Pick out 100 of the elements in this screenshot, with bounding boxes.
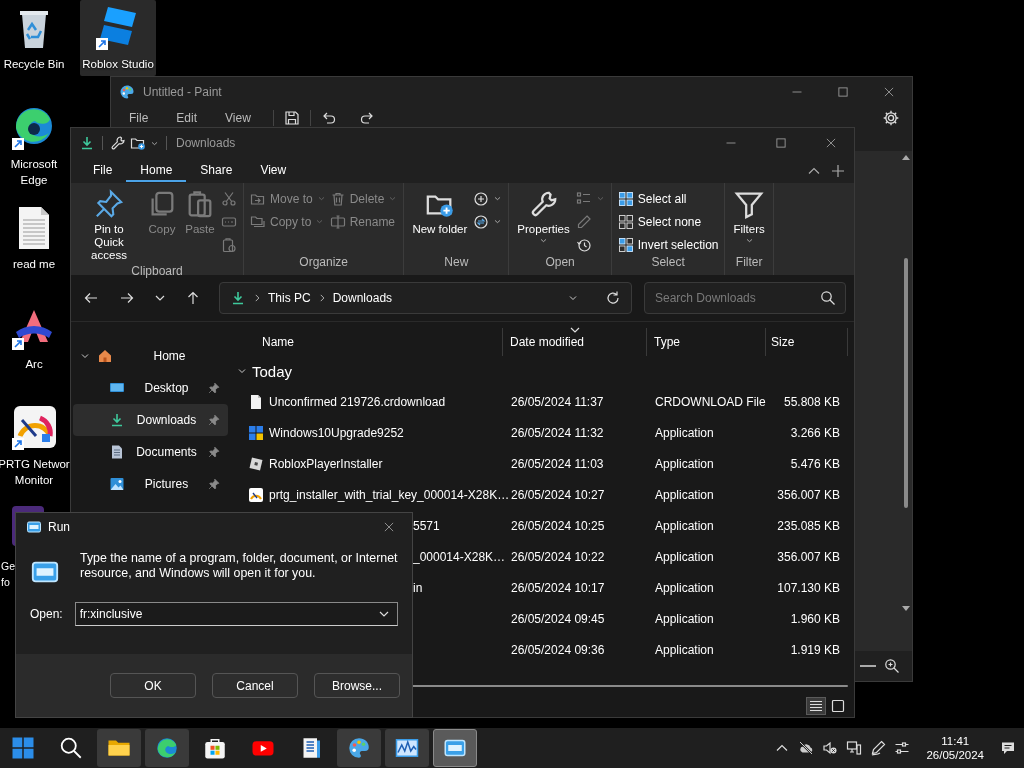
file-icon [248, 393, 264, 410]
refresh-icon [605, 290, 621, 306]
address-bar[interactable]: This PC Downloads [219, 282, 632, 314]
chevron-right-icon [252, 293, 262, 303]
download-icon [79, 135, 95, 151]
open-combobox[interactable]: fr:xinclusive [74, 602, 398, 626]
sidebar-item[interactable]: Desktop [73, 372, 228, 404]
ribbon-button[interactable]: New folder [410, 187, 470, 255]
file-type: CRDOWNLOAD File [654, 394, 766, 409]
ribbon-tab[interactable]: File [79, 159, 127, 182]
dialog-button[interactable]: Cancel [212, 673, 298, 698]
menu-item[interactable]: Edit [164, 111, 210, 125]
column-header[interactable]: Date modified [503, 328, 647, 356]
desktop-shortcut[interactable]: read me [0, 200, 68, 276]
date-modified: 26/05/2024 11:37 [510, 394, 605, 409]
group-label: New [443, 255, 470, 271]
settings-icon [882, 109, 900, 127]
window-title: Downloads [176, 136, 237, 150]
scroll-down-arrow-icon[interactable] [902, 606, 910, 611]
file-name[interactable]: Unconfirmed 219726.crdownload [269, 394, 446, 409]
search-field[interactable]: Search Downloads [644, 282, 846, 314]
details-view-button[interactable] [806, 697, 826, 715]
file-type: Application [654, 549, 715, 564]
gauge-icon [248, 486, 264, 503]
sidebar-item[interactable]: Documents [73, 436, 228, 468]
folder-icon[interactable] [97, 729, 141, 767]
file-type: Application [654, 456, 715, 471]
window-icon[interactable] [433, 729, 477, 767]
ribbon-tab[interactable]: Share [186, 159, 247, 182]
menu-item[interactable]: View [213, 111, 263, 125]
file-size: 5.476 KB [789, 456, 840, 471]
dialog-button[interactable]: Browse... [314, 673, 400, 698]
file-type: Application [654, 487, 715, 502]
chart-window-icon[interactable] [385, 729, 429, 767]
ribbon-tab[interactable]: View [246, 159, 301, 182]
file-name[interactable]: 5571 [413, 518, 440, 533]
group-header[interactable]: Today [252, 362, 293, 380]
ribbon-button[interactable]: Filters [731, 187, 767, 255]
column-header[interactable]: Type [647, 328, 766, 356]
ribbon-button[interactable]: Select none [617, 211, 719, 232]
sidebar-item[interactable]: Pictures [73, 468, 228, 500]
details-view-icon [808, 698, 824, 714]
sliders-icon [894, 740, 911, 756]
ribbon-button[interactable]: Pin to Quick access [77, 187, 141, 264]
pin-icon [94, 189, 124, 219]
file-type: Application [654, 425, 715, 440]
grid-icon [617, 236, 634, 253]
sidebar-item[interactable]: Home [73, 340, 228, 372]
dialog-button[interactable]: OK [110, 673, 196, 698]
grid-icon [617, 213, 634, 230]
caret-icon [744, 236, 754, 245]
file-name[interactable]: Windows10Upgrade9252 [269, 425, 404, 440]
column-header[interactable]: Size [766, 328, 848, 356]
breadcrumb[interactable]: This PC [268, 291, 311, 305]
maximize-icon [775, 137, 787, 149]
date-modified: 26/05/2024 11:32 [510, 425, 605, 440]
ribbon-button[interactable]: Select all [617, 188, 719, 209]
download-icon [230, 290, 246, 306]
file-size: 1.960 KB [789, 611, 840, 626]
file-name[interactable]: RobloxPlayerInstaller [269, 456, 383, 471]
breadcrumb[interactable]: Downloads [332, 291, 393, 305]
plus-icon [830, 162, 846, 179]
desktop-shortcut[interactable]: PRTG Networ Monitor [0, 400, 68, 492]
file-name[interactable]: in [413, 580, 423, 595]
ribbon-button[interactable]: Invert selection [617, 234, 719, 255]
field-label: Open: [30, 607, 63, 621]
window-title: Run [48, 520, 71, 534]
scroll-up-arrow-icon[interactable] [902, 155, 910, 160]
file-size: 55.808 KB [782, 394, 840, 409]
date-modified: 26/05/2024 10:25 [510, 518, 606, 533]
caret-icon [316, 194, 326, 203]
close-icon [883, 86, 895, 98]
desktop-shortcut[interactable]: Roblox Studio [80, 0, 156, 76]
cloud-off-icon [798, 740, 815, 756]
date-modified: 26/05/2024 10:22 [510, 549, 606, 564]
file-name[interactable]: prtg_installer_with_trial_key_000014-X28K… [269, 487, 510, 502]
grid-icon [617, 190, 634, 207]
sidebar-item[interactable]: Downloads [73, 404, 228, 436]
date-modified: 26/05/2024 10:17 [510, 580, 606, 595]
menu-item[interactable]: File [117, 111, 161, 125]
file-size: 235.085 KB [776, 518, 840, 533]
browser-icon[interactable] [145, 729, 189, 767]
wrench-icon [110, 135, 126, 151]
file-type: Application [654, 580, 715, 595]
column-header[interactable]: Name [230, 328, 503, 356]
notification-icon [1000, 740, 1016, 756]
file-type: Application [654, 642, 715, 657]
ribbon-button[interactable]: Properties [515, 187, 572, 255]
desktop-shortcut[interactable]: Microsoft Edge [0, 100, 68, 192]
desktop-shortcut[interactable]: Recycle Bin [0, 0, 68, 76]
file-size: 3.266 KB [789, 425, 840, 440]
maximize-icon [837, 86, 849, 98]
palette-icon[interactable] [337, 729, 381, 767]
picture-icon [109, 476, 125, 492]
instruction-text: Type the name of a program, folder, document, or Internet resource, and Windows will open it for you. [80, 551, 398, 581]
clock-date: 26/05/2024 [926, 748, 984, 762]
file-name[interactable]: _000014-X28K… [413, 549, 506, 564]
desktop-shortcut[interactable]: Arc [0, 300, 68, 376]
close-icon [383, 521, 395, 533]
search-icon [820, 290, 836, 306]
